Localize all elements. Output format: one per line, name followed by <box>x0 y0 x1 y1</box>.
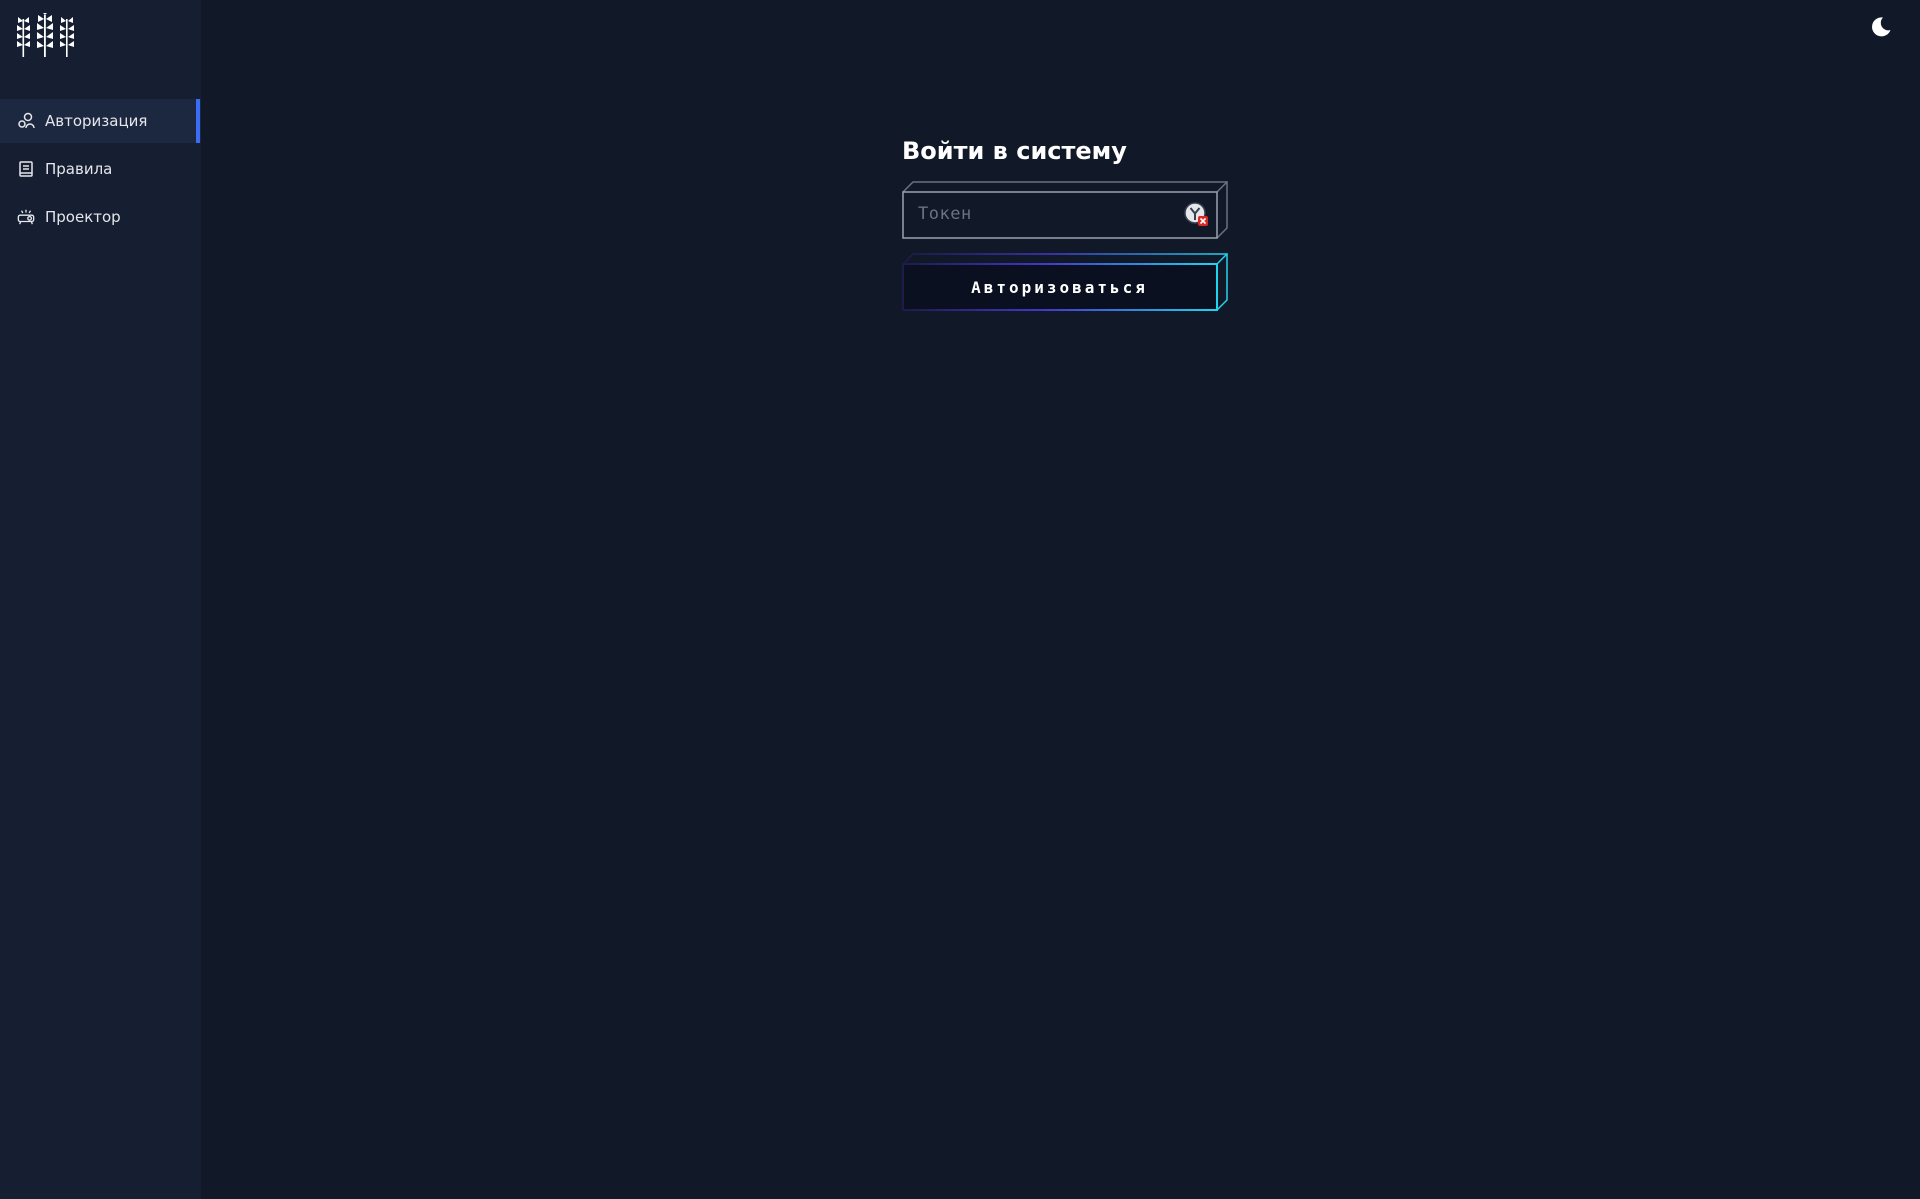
sidebar-item-label: Авторизация <box>45 112 148 130</box>
wheat-logo-icon[interactable] <box>13 13 77 59</box>
sidebar-item-label: Правила <box>45 160 113 178</box>
sidebar-item-projector[interactable]: Проектор <box>0 195 201 239</box>
token-input[interactable] <box>904 192 1214 236</box>
book-icon <box>17 160 35 178</box>
sidebar-nav: Авторизация Правила Проектор <box>0 99 201 243</box>
app-root: Авторизация Правила Проектор Войти в сис… <box>0 0 1920 1199</box>
moon-icon[interactable] <box>1869 15 1893 39</box>
projector-icon <box>17 208 35 226</box>
sidebar: Авторизация Правила Проектор <box>0 0 201 1199</box>
page-title: Войти в систему <box>902 137 1127 165</box>
authorize-button[interactable]: Авторизоваться <box>903 264 1216 310</box>
sidebar-item-authorization[interactable]: Авторизация <box>0 99 201 143</box>
users-icon <box>17 112 35 130</box>
token-field-container <box>902 181 1228 239</box>
login-form: Войти в систему Токен Авторизоваться <box>902 134 1232 311</box>
sidebar-item-label: Проектор <box>45 208 121 226</box>
sidebar-item-rules[interactable]: Правила <box>0 147 201 191</box>
auth-button-container: Авторизоваться <box>902 253 1228 311</box>
password-key-icon[interactable] <box>1184 202 1210 228</box>
